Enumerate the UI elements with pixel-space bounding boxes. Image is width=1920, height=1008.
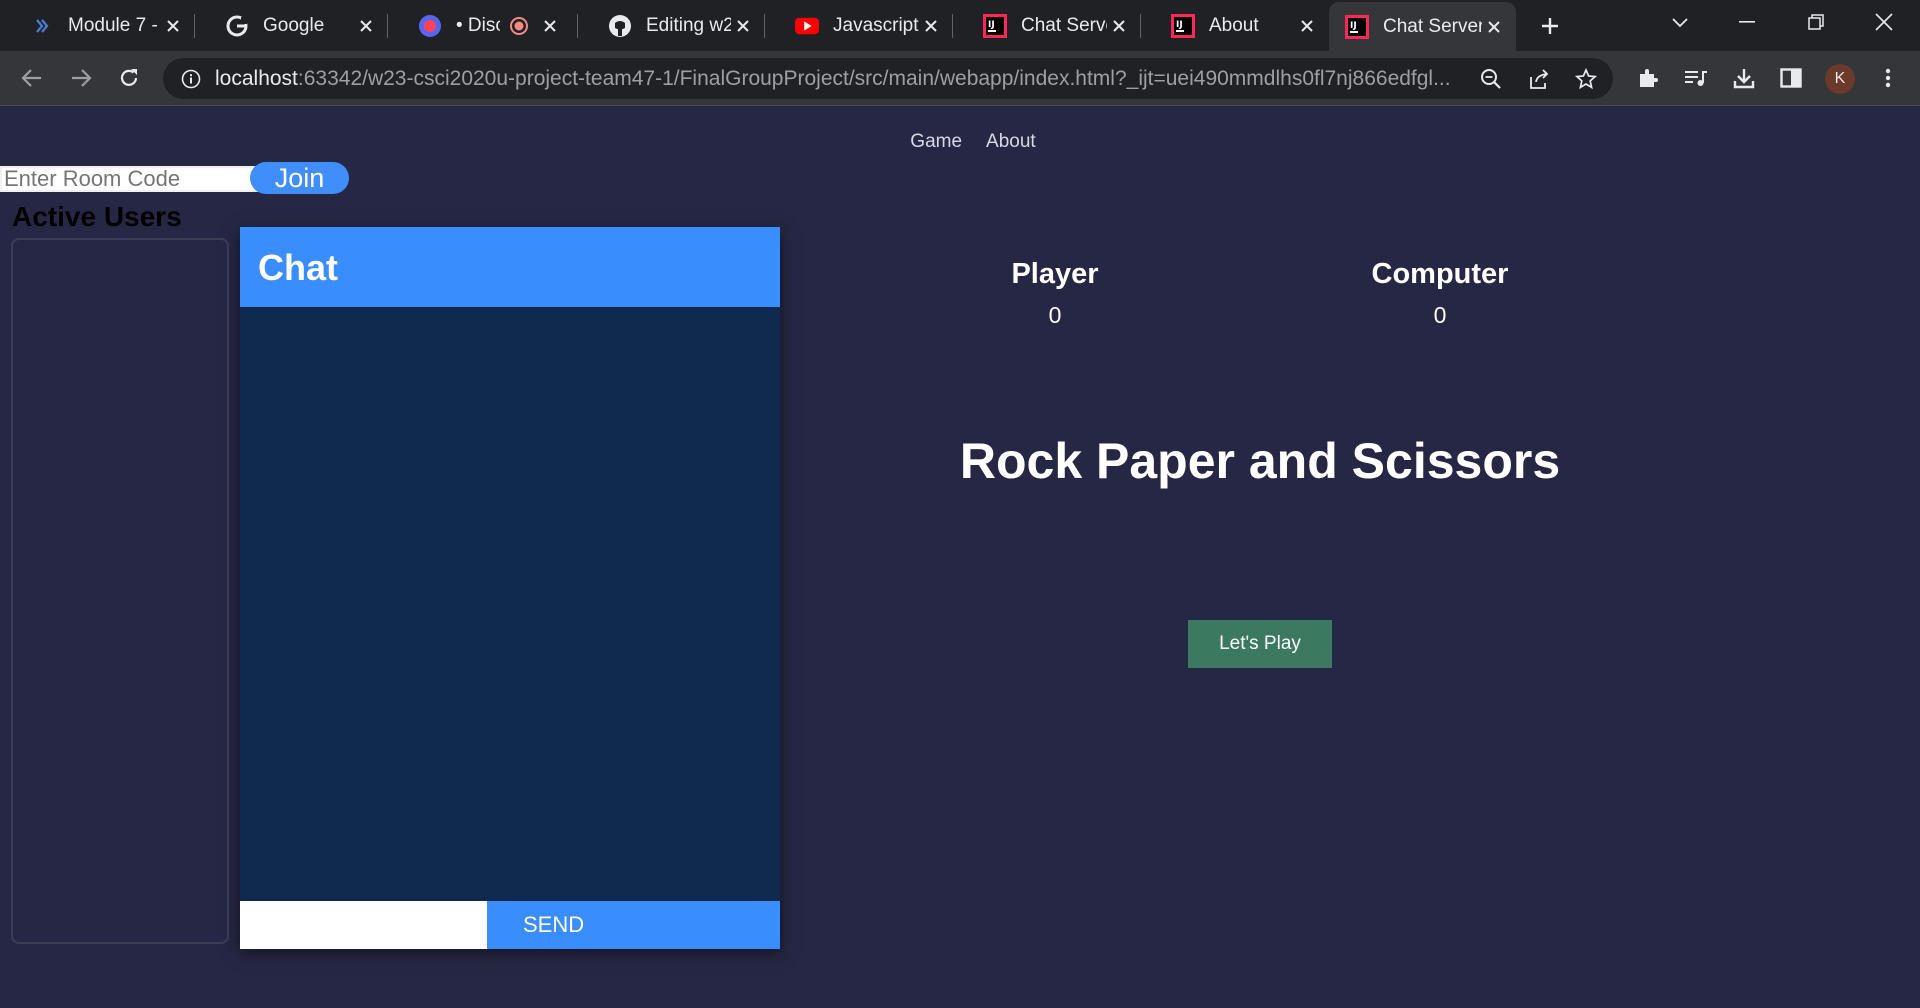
browser-tab-bar: Module 7 - Google • Disco Editin	[0, 0, 1920, 51]
github-icon	[608, 14, 632, 38]
recording-icon	[508, 15, 530, 37]
svg-text:IJ: IJ	[1350, 21, 1357, 31]
tab-title: Google	[263, 14, 325, 36]
intellij-icon: IJ	[1171, 13, 1195, 38]
close-icon[interactable]	[919, 14, 943, 38]
nav-link-game[interactable]: Game	[910, 131, 962, 153]
site-info-icon[interactable]	[179, 67, 203, 91]
close-icon[interactable]	[354, 14, 378, 38]
youtube-icon	[795, 14, 819, 38]
computer-score: Computer 0	[1340, 258, 1540, 329]
active-users-heading: Active Users	[12, 201, 182, 232]
browser-toolbar: localhost:63342/w23-csci2020u-project-te…	[0, 51, 1920, 106]
address-bar[interactable]: localhost:63342/w23-csci2020u-project-te…	[163, 58, 1613, 99]
back-icon[interactable]	[17, 63, 47, 93]
join-button[interactable]: Join	[250, 162, 349, 194]
tab-title: • Disco	[456, 14, 500, 36]
close-icon[interactable]	[1295, 14, 1319, 38]
tab-chat-server-active[interactable]: IJ Chat Server	[1329, 2, 1516, 51]
player-score: Player 0	[980, 258, 1130, 329]
tab-title: Javascript R	[833, 14, 919, 36]
intellij-icon: IJ	[1345, 14, 1369, 39]
minimize-icon[interactable]	[1727, 8, 1767, 36]
game-title: Rock Paper and Scissors	[959, 433, 1561, 489]
bookmark-star-icon[interactable]	[1573, 66, 1599, 92]
close-icon[interactable]	[538, 14, 562, 38]
tab-discord[interactable]: • Disco	[388, 0, 578, 51]
chat-message-log	[240, 307, 780, 901]
tab-module[interactable]: Module 7 -	[0, 0, 195, 51]
close-icon[interactable]	[161, 14, 185, 38]
svg-text:IJ: IJ	[1176, 20, 1183, 30]
tab-google[interactable]: Google	[195, 0, 388, 51]
zoom-icon[interactable]	[1478, 66, 1504, 92]
url-path: :63342/w23-csci2020u-project-team47-1/Fi…	[297, 66, 1451, 90]
reload-icon[interactable]	[114, 63, 144, 93]
svg-text:IJ: IJ	[988, 20, 995, 30]
top-nav: Game About	[0, 131, 1920, 153]
close-icon[interactable]	[731, 14, 755, 38]
google-icon	[225, 14, 249, 38]
restore-icon[interactable]	[1796, 8, 1836, 36]
chat-panel: Chat SEND	[240, 227, 780, 949]
tab-chat-server[interactable]: IJ Chat Server	[953, 0, 1141, 51]
computer-score-label: Computer	[1371, 258, 1509, 290]
player-score-label: Player	[1011, 258, 1099, 290]
media-queue-icon[interactable]	[1682, 64, 1710, 92]
download-icon[interactable]	[1730, 64, 1758, 92]
nav-link-about[interactable]: About	[986, 131, 1036, 153]
chat-header: Chat	[240, 227, 780, 307]
tab-youtube[interactable]: Javascript R	[765, 0, 953, 51]
side-panel-icon[interactable]	[1777, 64, 1805, 92]
tab-search-chevron-icon[interactable]	[1660, 8, 1700, 36]
module-icon	[30, 14, 54, 38]
tab-title: Module 7 -	[68, 14, 158, 36]
discord-icon	[418, 14, 442, 38]
new-tab-icon[interactable]	[1536, 12, 1564, 40]
browser-menu-icon[interactable]	[1874, 64, 1902, 92]
profile-avatar[interactable]: K	[1825, 64, 1855, 94]
tab-title: Chat Server	[1383, 15, 1482, 37]
forward-icon[interactable]	[66, 63, 96, 93]
tab-title: Chat Server	[1021, 14, 1107, 36]
url-text: localhost:63342/w23-csci2020u-project-te…	[215, 67, 1495, 91]
room-code-input[interactable]	[0, 166, 262, 192]
window-close-icon[interactable]	[1864, 8, 1904, 36]
close-icon[interactable]	[1482, 15, 1506, 39]
tab-github[interactable]: Editing w23	[578, 0, 765, 51]
send-button[interactable]: SEND	[487, 901, 780, 949]
chat-message-input[interactable]	[240, 901, 487, 949]
tab-title: Editing w23	[646, 14, 731, 36]
chat-title: Chat	[258, 247, 338, 288]
lets-play-button[interactable]: Let's Play	[1188, 620, 1332, 668]
tab-about[interactable]: IJ About	[1141, 0, 1329, 51]
computer-score-value: 0	[1433, 302, 1447, 328]
intellij-icon: IJ	[983, 13, 1007, 38]
share-icon[interactable]	[1526, 66, 1552, 92]
player-score-value: 0	[1048, 302, 1062, 328]
close-icon[interactable]	[1107, 14, 1131, 38]
tab-title: About	[1209, 14, 1259, 36]
extensions-icon[interactable]	[1634, 64, 1662, 92]
url-host: localhost	[215, 66, 298, 90]
active-users-list	[11, 238, 229, 944]
